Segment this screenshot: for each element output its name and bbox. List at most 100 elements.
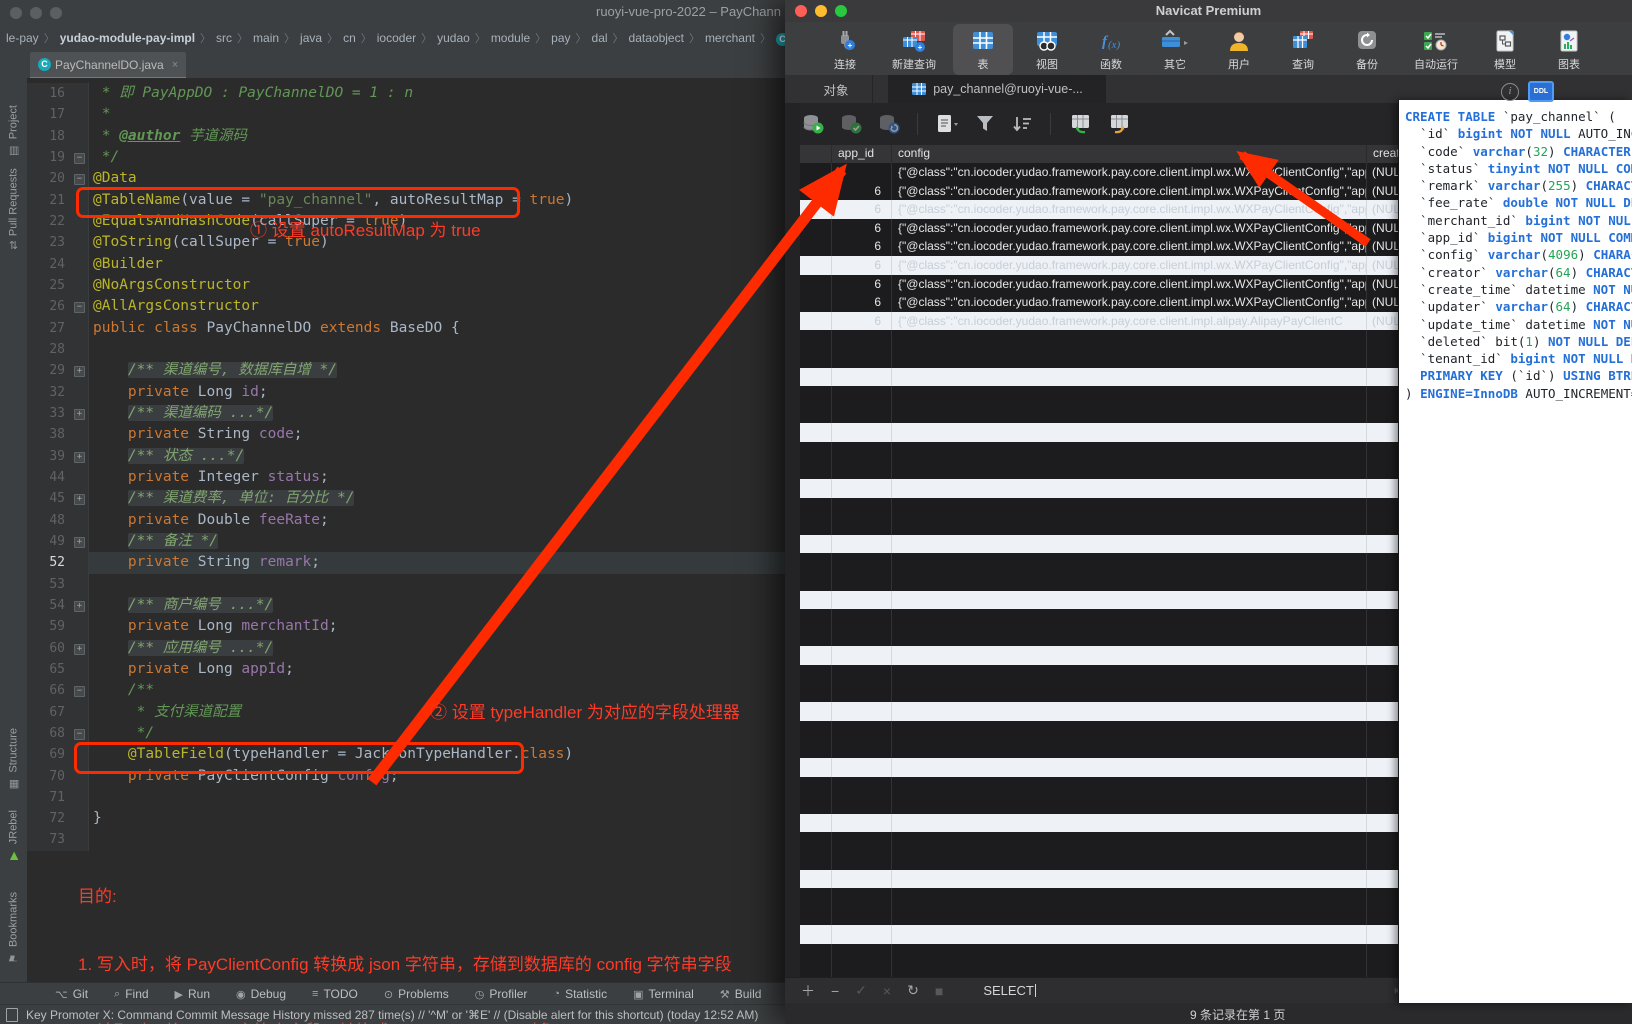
fold-gutter[interactable]: + xyxy=(71,531,89,552)
fold-gutter[interactable] xyxy=(71,510,89,531)
import-wizard-icon[interactable] xyxy=(1067,113,1093,135)
grid-corner-cell[interactable] xyxy=(800,145,831,163)
fold-gutter[interactable] xyxy=(71,702,89,723)
cell-config[interactable] xyxy=(891,349,1366,368)
filter-icon[interactable] xyxy=(974,113,996,135)
others-button[interactable]: 其它 xyxy=(1145,24,1205,75)
breadcrumb-item[interactable]: merchant xyxy=(703,31,757,45)
fold-gutter[interactable] xyxy=(71,424,89,445)
fold-gutter[interactable]: + xyxy=(71,638,89,659)
column-header-app-id[interactable]: app_id xyxy=(831,145,891,163)
model-button[interactable]: 模型 xyxy=(1475,24,1535,75)
close-tab-icon[interactable]: × xyxy=(172,59,178,71)
cell-app-id[interactable] xyxy=(831,442,891,461)
row-gutter-cell[interactable] xyxy=(800,330,831,349)
cell-config[interactable] xyxy=(891,368,1366,387)
tool-button-statistic[interactable]: ◔Statistic xyxy=(553,987,607,1001)
fold-gutter[interactable] xyxy=(71,339,89,360)
refresh-icon[interactable]: ↻ xyxy=(907,982,919,999)
tool-button-problems[interactable]: ⊙Problems xyxy=(384,987,449,1001)
cell-app-id[interactable] xyxy=(831,702,891,721)
fold-gutter[interactable] xyxy=(71,467,89,488)
row-gutter-cell[interactable] xyxy=(800,182,831,201)
row-gutter-cell[interactable] xyxy=(800,684,831,703)
cell-config[interactable] xyxy=(891,572,1366,591)
cell-config[interactable] xyxy=(891,591,1366,610)
breadcrumb-item[interactable]: main xyxy=(251,31,281,45)
cell-app-id[interactable] xyxy=(831,572,891,591)
text-preview-icon[interactable] xyxy=(934,113,960,135)
fold-gutter[interactable] xyxy=(71,232,89,253)
ddl-panel[interactable]: CREATE TABLE `pay_channel` ( `id` bigint… xyxy=(1398,100,1632,1003)
fold-gutter[interactable] xyxy=(71,83,89,104)
row-gutter-cell[interactable] xyxy=(800,721,831,740)
cell-config[interactable] xyxy=(891,330,1366,349)
cell-config[interactable] xyxy=(891,888,1366,907)
cell-app-id[interactable]: 6 xyxy=(831,237,891,256)
intellij-traffic-lights[interactable] xyxy=(10,7,62,19)
functions-button[interactable]: f(x) 函数 xyxy=(1081,24,1141,75)
row-gutter-cell[interactable] xyxy=(800,516,831,535)
tool-button-run[interactable]: ▶Run xyxy=(175,987,210,1001)
rollback-icon[interactable] xyxy=(877,113,901,135)
minimize-window-icon[interactable] xyxy=(30,7,42,19)
breadcrumb-item[interactable]: pay xyxy=(549,31,572,45)
cell-app-id[interactable] xyxy=(831,684,891,703)
breadcrumb-item[interactable]: yudao xyxy=(435,31,472,45)
row-gutter-cell[interactable] xyxy=(800,461,831,480)
cell-app-id[interactable] xyxy=(831,739,891,758)
fold-collapse-icon[interactable]: − xyxy=(74,686,85,697)
cell-app-id[interactable]: 6 xyxy=(831,256,891,275)
cell-app-id[interactable] xyxy=(831,777,891,796)
fold-gutter[interactable]: − xyxy=(71,168,89,189)
cell-config[interactable] xyxy=(891,944,1366,963)
cell-app-id[interactable] xyxy=(831,944,891,963)
cell-app-id[interactable] xyxy=(831,758,891,777)
row-gutter-cell[interactable] xyxy=(800,479,831,498)
stop-icon[interactable]: ■ xyxy=(935,983,943,999)
queries-button[interactable]: 查询 xyxy=(1273,24,1333,75)
tool-button-terminal[interactable]: ▣Terminal xyxy=(633,987,694,1001)
charts-button[interactable]: 图表 xyxy=(1539,24,1599,75)
cell-app-id[interactable]: 6 xyxy=(831,200,891,219)
sidebar-item-structure[interactable]: ▦Structure xyxy=(0,728,27,791)
fold-gutter[interactable]: − xyxy=(71,296,89,317)
cell-config[interactable] xyxy=(891,646,1366,665)
fold-expand-icon[interactable]: + xyxy=(74,601,85,612)
row-gutter-cell[interactable] xyxy=(800,293,831,312)
sidebar-item-pull-requests[interactable]: ⇅Pull Requests xyxy=(0,168,27,250)
breadcrumb-item[interactable]: dal xyxy=(590,31,610,45)
backup-button[interactable]: 备份 xyxy=(1337,24,1397,75)
breadcrumb-item[interactable]: yudao-module-pay-impl xyxy=(58,31,197,45)
row-gutter-cell[interactable] xyxy=(800,888,831,907)
tool-button-debug[interactable]: ◉Debug xyxy=(236,987,286,1001)
cell-app-id[interactable] xyxy=(831,591,891,610)
automation-button[interactable]: 自动运行 xyxy=(1401,24,1471,75)
fold-gutter[interactable]: + xyxy=(71,595,89,616)
cell-app-id[interactable] xyxy=(831,516,891,535)
cell-app-id[interactable] xyxy=(831,405,891,424)
fold-expand-icon[interactable]: + xyxy=(74,366,85,377)
row-gutter-cell[interactable] xyxy=(800,814,831,833)
row-gutter-cell[interactable] xyxy=(800,163,831,182)
cell-config[interactable] xyxy=(891,739,1366,758)
views-button[interactable]: 视图 xyxy=(1017,24,1077,75)
cell-config[interactable] xyxy=(891,442,1366,461)
cell-app-id[interactable]: 6 xyxy=(831,182,891,201)
cell-app-id[interactable] xyxy=(831,851,891,870)
breadcrumb-item[interactable]: src xyxy=(214,31,234,45)
row-gutter-cell[interactable] xyxy=(800,312,831,331)
cell-app-id[interactable] xyxy=(831,870,891,889)
tool-button-git[interactable]: ⌥Git xyxy=(55,987,88,1001)
cell-config[interactable]: {"@class":"cn.iocoder.yudao.framework.pa… xyxy=(891,312,1366,331)
fold-gutter[interactable] xyxy=(71,616,89,637)
tool-button-build[interactable]: ⚒Build xyxy=(720,987,762,1001)
cell-config[interactable] xyxy=(891,907,1366,926)
cell-app-id[interactable] xyxy=(831,163,891,182)
cell-config[interactable] xyxy=(891,628,1366,647)
fold-gutter[interactable]: − xyxy=(71,723,89,744)
cell-app-id[interactable]: 6 xyxy=(831,219,891,238)
cell-config[interactable] xyxy=(891,665,1366,684)
fold-collapse-icon[interactable]: − xyxy=(74,153,85,164)
breadcrumb-item[interactable]: iocoder xyxy=(375,31,418,45)
